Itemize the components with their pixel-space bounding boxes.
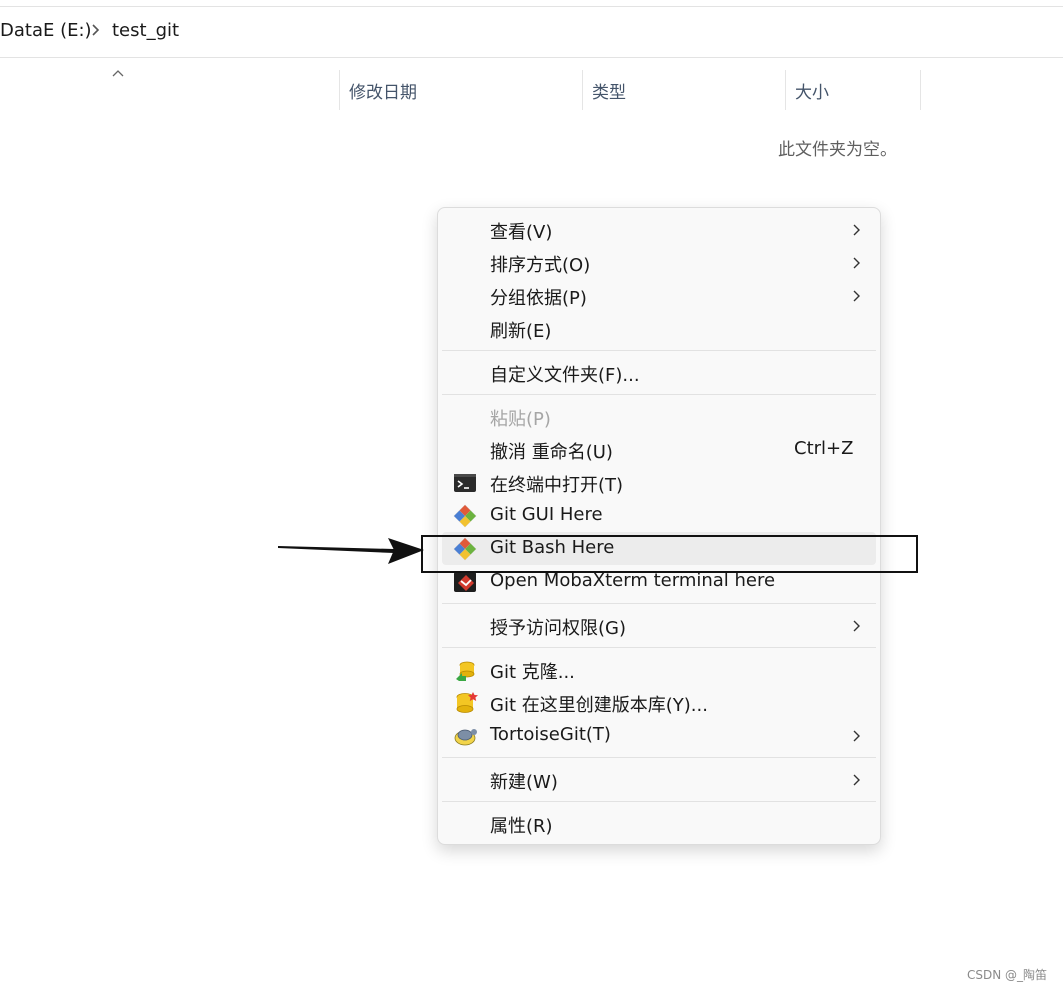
menu-item-label: Git 克隆...	[490, 662, 575, 683]
tortoisegit-icon	[454, 729, 477, 746]
column-header: 修改日期 类型 大小	[0, 58, 1063, 112]
menu-item-label: 撤消 重命名(U)	[490, 442, 613, 463]
menu-item-view[interactable]: 查看(V)	[442, 213, 876, 246]
menu-item-label: 在终端中打开(T)	[490, 475, 624, 496]
menu-separator	[442, 350, 876, 351]
menu-item-refresh[interactable]: 刷新(E)	[442, 312, 876, 345]
git-diamond-icon	[453, 504, 477, 528]
breadcrumb-folder[interactable]: test_git	[112, 20, 179, 41]
chevron-right-icon	[92, 24, 100, 36]
menu-item-paste: 粘贴(P)	[442, 400, 876, 433]
menu-item-properties[interactable]: 属性(R)	[442, 807, 876, 840]
menu-separator	[442, 647, 876, 648]
menu-separator	[442, 801, 876, 802]
column-size[interactable]: 大小	[795, 78, 829, 103]
menu-item-label: TortoiseGit(T)	[490, 724, 611, 745]
menu-separator	[442, 603, 876, 604]
menu-item-label: 刷新(E)	[490, 321, 552, 342]
chevron-right-icon	[853, 290, 860, 302]
menu-separator	[442, 757, 876, 758]
terminal-icon	[454, 474, 476, 492]
menu-item-label: Open MobaXterm terminal here	[490, 570, 776, 591]
sort-ascending-icon[interactable]	[111, 68, 125, 78]
chevron-right-icon	[853, 620, 860, 632]
window-top-border	[0, 6, 1063, 7]
menu-item-label: 查看(V)	[490, 222, 553, 243]
menu-item-label: 排序方式(O)	[490, 255, 591, 276]
annotation-highlight-box	[421, 535, 918, 573]
menu-item-group[interactable]: 分组依据(P)	[442, 279, 876, 312]
menu-item-new[interactable]: 新建(W)	[442, 763, 876, 796]
menu-item-label: 属性(R)	[490, 816, 553, 837]
git-create-repo-icon	[456, 692, 478, 713]
column-modified-date[interactable]: 修改日期	[349, 78, 417, 103]
column-type[interactable]: 类型	[592, 78, 626, 103]
git-clone-icon	[456, 661, 475, 681]
menu-item-label: 分组依据(P)	[490, 288, 587, 309]
watermark: CSDN @_陶笛	[967, 968, 1048, 982]
menu-item-open-in-terminal[interactable]: 在终端中打开(T)	[442, 466, 876, 499]
menu-item-label: 授予访问权限(G)	[490, 618, 626, 639]
menu-item-label: Git GUI Here	[490, 504, 603, 525]
menu-item-undo-rename[interactable]: 撤消 重命名(U) Ctrl+Z	[442, 433, 876, 466]
menu-item-git-create-repo[interactable]: Git 在这里创建版本库(Y)...	[442, 686, 876, 719]
shortcut-label: Ctrl+Z	[794, 438, 854, 459]
menu-item-customize-folder[interactable]: 自定义文件夹(F)...	[442, 356, 876, 389]
menu-item-label: 粘贴(P)	[490, 409, 551, 430]
menu-item-label: 新建(W)	[490, 772, 558, 793]
context-menu: 查看(V) 排序方式(O) 分组依据(P) 刷新(E) 自定义文件夹(F)...…	[437, 207, 881, 845]
column-divider[interactable]	[339, 70, 340, 110]
menu-item-label: Git 在这里创建版本库(Y)...	[490, 695, 708, 716]
column-divider[interactable]	[785, 70, 786, 110]
annotation-arrow-icon	[278, 538, 424, 564]
menu-item-git-clone[interactable]: Git 克隆...	[442, 653, 876, 686]
menu-item-git-gui-here[interactable]: Git GUI Here	[442, 499, 876, 532]
empty-folder-message: 此文件夹为空。	[778, 140, 897, 160]
address-bar[interactable]: DataE (E:) test_git	[0, 10, 1063, 54]
menu-item-tortoisegit[interactable]: TortoiseGit(T)	[442, 719, 876, 752]
menu-separator	[442, 394, 876, 395]
chevron-right-icon	[853, 730, 860, 742]
breadcrumb-drive[interactable]: DataE (E:)	[0, 20, 92, 41]
menu-item-sort[interactable]: 排序方式(O)	[442, 246, 876, 279]
chevron-right-icon	[853, 774, 860, 786]
chevron-right-icon	[853, 224, 860, 236]
chevron-right-icon	[853, 257, 860, 269]
menu-item-label: 自定义文件夹(F)...	[490, 365, 640, 386]
column-divider[interactable]	[920, 70, 921, 110]
menu-item-grant-access[interactable]: 授予访问权限(G)	[442, 609, 876, 642]
column-divider[interactable]	[582, 70, 583, 110]
